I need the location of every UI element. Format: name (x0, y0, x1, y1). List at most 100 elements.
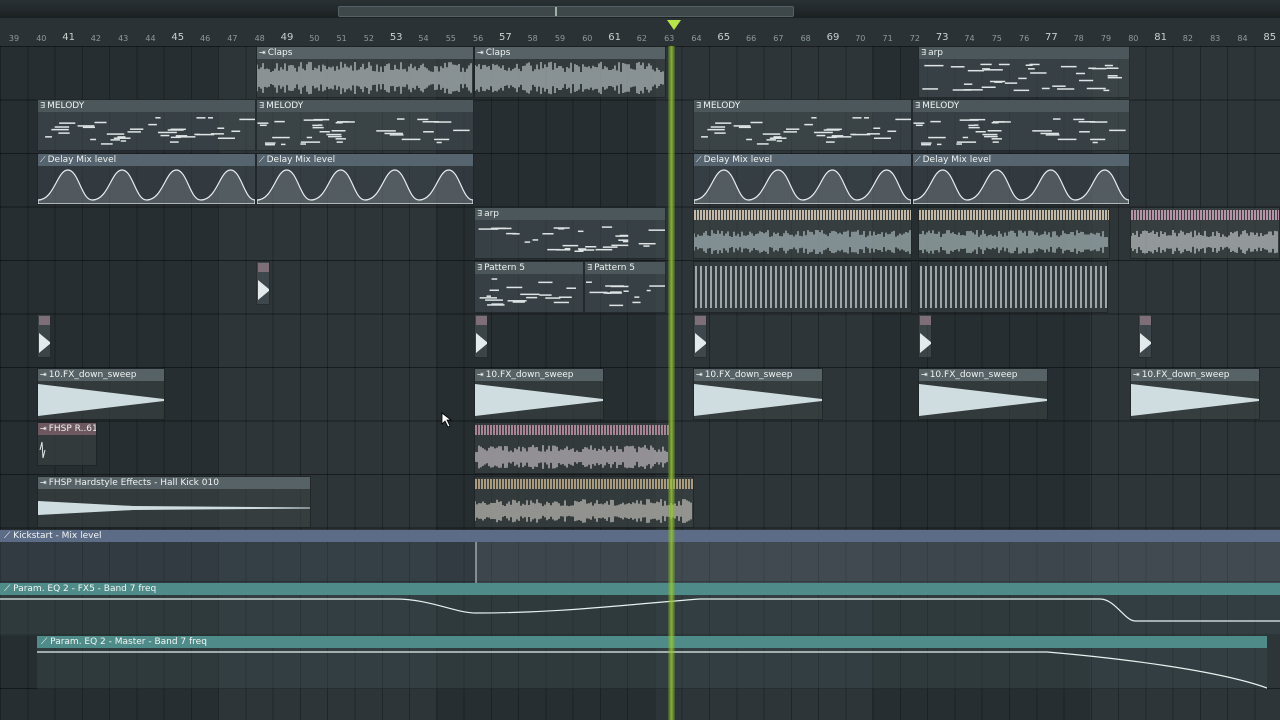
ruler-bar-number: 63 (664, 34, 675, 43)
timeline-ruler[interactable]: 39 40 41 42 43 44 45 46 47 48 49 50 51 52 53 54 55 56 57 58… (0, 18, 1280, 47)
automation-curve (0, 595, 1280, 636)
melody-pattern-clip[interactable]: ∃ MELODY (912, 99, 1130, 151)
fx-down-sweep-clip[interactable]: ⇥ 10.FX_down_sweep (918, 368, 1048, 420)
clip-label: 10.FX_down_sweep (1141, 370, 1230, 380)
delay-mix-automation-clip[interactable]: ⟋ Delay Mix level (912, 153, 1130, 205)
ruler-bar-number: 80 (1128, 34, 1139, 43)
lane-label: Param. EQ 2 - Master - Band 7 freq (50, 637, 207, 647)
ruler-bar-number: 81 (1154, 32, 1167, 43)
automation-curve (257, 166, 473, 204)
fx-down-sweep-clip[interactable]: ⇥ 10.FX_down_sweep (693, 368, 823, 420)
fx-down-sweep-clip[interactable]: ⇥ 10.FX_down_sweep (37, 368, 165, 420)
delay-mix-automation-clip[interactable]: ⟋ Delay Mix level (37, 153, 256, 205)
ruler-bar-number: 73 (935, 32, 949, 43)
ruler-bar-number: 69 (826, 32, 840, 43)
ruler-bar-number: 64 (691, 34, 702, 43)
clip-label: Delay Mix level (266, 155, 336, 165)
waveform (694, 262, 911, 312)
oneshot-clip[interactable] (693, 314, 707, 358)
waveform (475, 59, 665, 97)
clip-label: Delay Mix level (47, 155, 117, 165)
melody-pattern-clip[interactable]: ∃ MELODY (37, 99, 256, 151)
clip-label: arp (484, 209, 499, 219)
ruler-bar-number: 60 (582, 34, 593, 43)
tan-audio-clip[interactable] (474, 476, 694, 528)
fx-down-sweep-clip[interactable]: ⇥ 10.FX_down_sweep (474, 368, 604, 420)
automation-curve (694, 166, 911, 204)
note-preview (694, 112, 911, 150)
ruler-bar-number: 79 (1100, 34, 1112, 43)
ruler-bar-number: 51 (336, 34, 347, 43)
scrollbar-position-marker[interactable] (555, 7, 557, 16)
pattern-icon: ∃ (915, 101, 921, 110)
pattern-icon: ∃ (696, 101, 702, 110)
ruler-bar-number: 47 (227, 34, 238, 43)
clip-label: Delay Mix level (703, 155, 773, 165)
ruler-bar-number: 43 (118, 34, 129, 43)
clip-label: Pattern 5 (484, 263, 526, 273)
pattern5-clip[interactable]: ∃ Pattern 5 (584, 261, 666, 313)
pattern5-clip[interactable]: ∃ Pattern 5 (474, 261, 584, 313)
oneshot-clip[interactable] (256, 261, 270, 305)
claps-clip[interactable]: ⇥ Claps (474, 46, 666, 98)
ruler-bar-number: 46 (200, 34, 211, 43)
melody-pattern-clip[interactable]: ∃ MELODY (256, 99, 474, 151)
ruler-bar-number: 53 (389, 32, 403, 43)
melody-pattern-clip[interactable]: ∃ MELODY (693, 99, 912, 151)
oneshot-clip[interactable] (474, 314, 488, 358)
delay-mix-automation-clip[interactable]: ⟋ Delay Mix level (256, 153, 474, 205)
pink-audio-clip[interactable] (474, 422, 670, 474)
pattern-icon: ∃ (921, 48, 927, 57)
pattern5-audio-clip[interactable] (918, 261, 1108, 313)
playlist-grid[interactable]: ⇥ Claps ⇥ Claps ∃ arp ∃ MELODY ∃ MELODY ∃ MELO… (0, 46, 1280, 720)
delay-mix-automation-clip[interactable]: ⟋ Delay Mix level (693, 153, 912, 205)
clip-label: Claps (267, 48, 293, 58)
arp-audio-clip[interactable] (1130, 207, 1280, 259)
hall-kick-clip[interactable]: ⇥ FHSP Hardstyle Effects - Hall Kick 010 (37, 476, 311, 528)
waveform (1131, 208, 1279, 258)
oneshot-clip[interactable] (37, 314, 51, 358)
pattern5-audio-clip[interactable] (693, 261, 912, 313)
kickstart-automation-lane[interactable]: ⟋ Kickstart - Mix level (0, 530, 1280, 583)
fx-down-sweep-clip[interactable]: ⇥ 10.FX_down_sweep (1130, 368, 1260, 420)
waveform (475, 423, 669, 473)
playhead-marker-icon[interactable] (667, 20, 681, 30)
oneshot-clip[interactable] (1138, 314, 1152, 358)
waveform (257, 59, 473, 97)
pattern-icon: ∃ (587, 263, 593, 272)
ruler-bar-number: 83 (1210, 34, 1221, 43)
ruler-bar-number: 56 (473, 34, 484, 43)
ruler-bar-number: 66 (746, 34, 757, 43)
arp-audio-clip[interactable] (693, 207, 912, 259)
clip-label: MELODY (47, 101, 85, 111)
fhsp-r61-clip[interactable]: ⇥ FHSP R..61 (37, 422, 97, 466)
playhead-line[interactable] (668, 46, 675, 720)
ruler-bar-number: 82 (1182, 34, 1193, 43)
move-cursor-icon (440, 412, 456, 428)
ruler-bar-number: 70 (855, 34, 866, 43)
ruler-bar-number: 85 (1263, 32, 1277, 43)
ruler-bar-number: 54 (418, 34, 429, 43)
ruler-bar-number: 84 (1237, 34, 1248, 43)
waveform (919, 208, 1109, 258)
horizontal-scrollbar[interactable] (338, 6, 794, 17)
waveform (694, 381, 822, 419)
arp-pattern-clip[interactable]: ∃ arp (918, 46, 1130, 98)
automation-icon: ⟋ (41, 637, 51, 647)
claps-clip[interactable]: ⇥ Claps (256, 46, 474, 98)
note-preview (38, 112, 255, 150)
clip-label: MELODY (266, 101, 304, 111)
eq-master-automation-lane[interactable]: ⟋ Param. EQ 2 - Master - Band 7 freq (37, 636, 1267, 689)
arp-pattern-clip[interactable]: ∃ arp (474, 207, 666, 259)
audio-clip-icon: ⇥ (259, 48, 266, 57)
ruler-bar-number: 49 (280, 32, 294, 43)
clip-label: FHSP R..61 (48, 424, 96, 434)
eq-fx5-automation-lane[interactable]: ⟋ Param. EQ 2 - FX5 - Band 7 freq (0, 583, 1280, 636)
ruler-bar-number: 57 (499, 32, 512, 43)
note-preview (475, 274, 583, 312)
oneshot-clip[interactable] (918, 314, 932, 358)
clip-label: 10.FX_down_sweep (704, 370, 793, 380)
arp-audio-clip[interactable] (918, 207, 1110, 259)
note-preview (257, 112, 473, 150)
clip-label: Claps (485, 48, 511, 58)
